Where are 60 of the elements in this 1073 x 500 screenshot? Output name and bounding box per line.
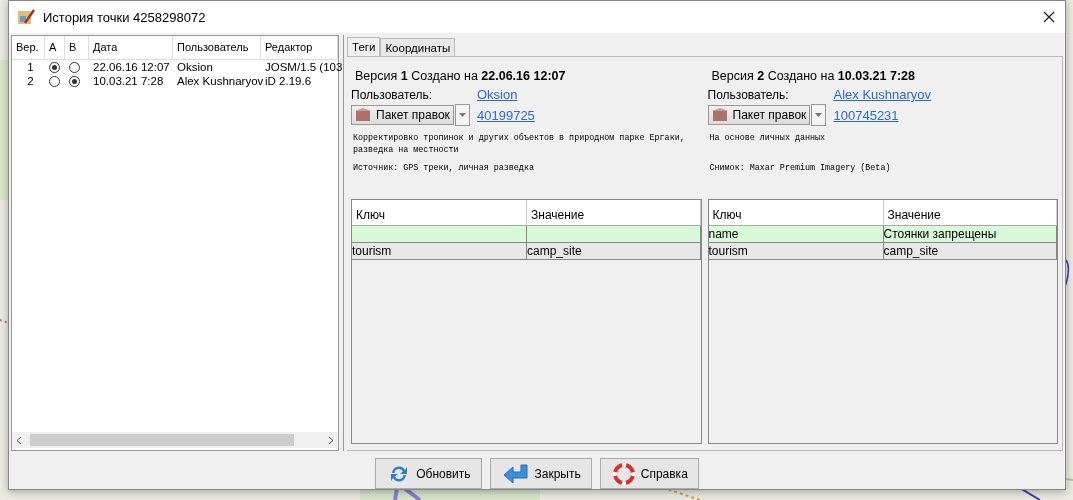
radio-button[interactable]	[49, 75, 60, 87]
column-header[interactable]: B	[65, 36, 89, 60]
changeset-source: Источник: GPS треки, личная разведка	[353, 162, 535, 174]
dropdown-button[interactable]	[811, 104, 827, 126]
close-icon[interactable]	[1043, 11, 1055, 23]
changeset-link[interactable]: 100745231	[833, 107, 899, 123]
dropdown-button[interactable]	[454, 104, 470, 126]
help-button[interactable]: Справка	[599, 458, 699, 489]
package-icon	[711, 108, 728, 122]
table-cell-text: iD 2.19.6	[264, 74, 313, 88]
user-link[interactable]: Alex Kushnaryov	[833, 87, 932, 102]
table-cell: tourism	[708, 243, 884, 259]
column-header[interactable]: Ключ	[708, 200, 884, 225]
changeset-button[interactable]: Пакет правок	[707, 105, 811, 125]
lifebuoy-icon	[612, 462, 635, 485]
changeset-comment: Корректировко тропинок и других объектов в природном парке Ергаки, разведка на местности	[353, 132, 686, 156]
scroll-left-icon[interactable]	[16, 435, 22, 445]
refresh-button[interactable]: Обновить	[375, 458, 482, 489]
caret-icon	[815, 113, 823, 117]
table-cell-text: Alex Kushnaryov	[176, 74, 261, 88]
table-cell-text: 10.03.21 7:28	[92, 74, 165, 88]
package-icon	[355, 108, 371, 122]
radio-button[interactable]	[49, 61, 60, 73]
version-heading: Версия 2 Создано на 10.03.21 7:28	[711, 69, 916, 83]
caret-icon	[458, 113, 466, 117]
return-arrow-icon	[502, 462, 529, 485]
scroll-right-icon[interactable]	[328, 435, 334, 445]
column-header[interactable]: Ключ	[352, 200, 527, 225]
column-header[interactable]: Пользователь	[173, 36, 261, 60]
changeset-source: Снимок: Maxar Premium Imagery (Beta)	[709, 162, 892, 174]
radio-button[interactable]	[69, 61, 80, 73]
table-cell: name	[708, 226, 884, 242]
window-title: История точки 4258298072	[43, 9, 206, 25]
column-header[interactable]: Значение	[883, 200, 1057, 225]
column-header[interactable]: Дата	[89, 36, 173, 60]
table-cell: tourism	[352, 243, 527, 259]
changeset-link[interactable]: 40199725	[477, 107, 535, 123]
changeset-comment: На основе личных данных	[709, 132, 827, 145]
column-header[interactable]: A	[45, 36, 65, 60]
changeset-button[interactable]: Пакет правок	[351, 105, 454, 125]
column-header[interactable]: Редактор	[261, 36, 338, 60]
version-heading: Версия 1 Создано на 22.06.16 12:07	[355, 69, 567, 83]
app-icon	[17, 8, 35, 26]
tab[interactable]: Координаты	[380, 38, 456, 56]
table-cell-text: 2	[26, 74, 35, 88]
column-header[interactable]: Значение	[527, 200, 701, 225]
tab[interactable]: Теги	[347, 37, 381, 56]
close-button[interactable]: Закрыть	[489, 458, 592, 489]
table-cell-text: Oksion	[176, 60, 214, 74]
table-cell: camp_site	[883, 243, 1057, 259]
user-link[interactable]: Oksion	[477, 87, 518, 102]
table-cell-text: 22.06.16 12:07	[92, 60, 171, 74]
user-label: Пользователь:	[707, 87, 790, 102]
horizontal-scrollbar[interactable]	[12, 432, 338, 448]
user-label: Пользователь:	[351, 87, 434, 102]
table-cell-text: 1	[26, 60, 35, 74]
table-cell: Стоянки запрещены	[883, 226, 1057, 242]
table-cell: camp_site	[527, 243, 701, 259]
radio-button[interactable]	[69, 75, 80, 87]
column-header[interactable]: Вер.	[12, 36, 45, 60]
